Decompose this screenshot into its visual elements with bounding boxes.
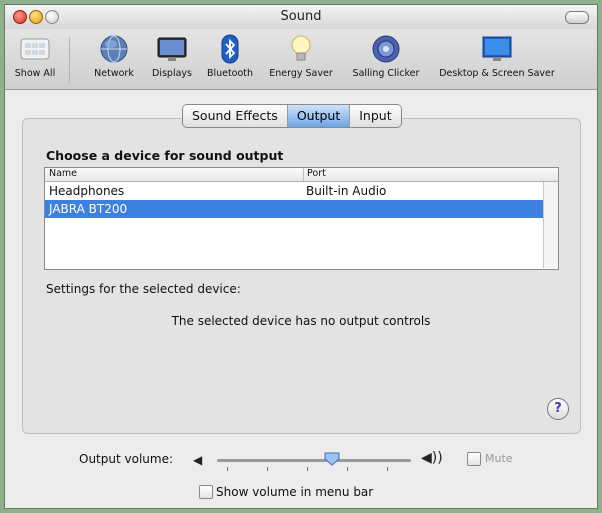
toolbar-network-label: Network	[94, 68, 134, 79]
window-title: Sound	[280, 9, 322, 24]
help-button[interactable]: ?	[547, 398, 569, 420]
mute-checkbox[interactable]	[467, 452, 481, 466]
tab-bar: Sound Effects Output Input	[182, 104, 402, 128]
desktop-icon	[481, 33, 513, 65]
show-volume-menu-bar-label: Show volume in menu bar	[216, 485, 374, 499]
table-row[interactable]: Headphones Built-in Audio	[45, 182, 558, 200]
toolbar-desktop-screensaver[interactable]: Desktop & Screen Saver	[431, 33, 563, 79]
table-scrollbar[interactable]	[543, 182, 558, 268]
network-globe-icon	[98, 33, 130, 65]
no-output-controls-text: The selected device has no output contro…	[171, 314, 431, 328]
settings-label: Settings for the selected device:	[46, 282, 241, 296]
slider-tick	[387, 467, 388, 471]
device-name: JABRA BT200	[49, 202, 128, 216]
title-bar: Sound	[5, 5, 597, 30]
slider-tick	[347, 467, 348, 471]
toolbar-salling-clicker[interactable]: Salling Clicker	[344, 33, 428, 79]
tab-input[interactable]: Input	[350, 105, 400, 127]
table-row-selected[interactable]: JABRA BT200	[45, 200, 558, 218]
toolbar-bluetooth-label: Bluetooth	[206, 68, 254, 79]
output-volume-label: Output volume:	[79, 452, 173, 466]
toolbar-displays[interactable]: Displays	[147, 33, 197, 79]
lightbulb-icon	[285, 33, 317, 65]
toolbar-energy-saver-label: Energy Saver	[269, 68, 333, 79]
speaker-high-icon: ◀))	[421, 450, 443, 466]
clicker-icon	[370, 33, 402, 65]
toolbar-separator	[69, 37, 70, 83]
device-port: Built-in Audio	[306, 184, 387, 198]
toolbar-desktop-screensaver-label: Desktop & Screen Saver	[439, 68, 555, 79]
device-name: Headphones	[49, 184, 125, 198]
display-monitor-icon	[156, 33, 188, 65]
tab-output[interactable]: Output	[287, 105, 351, 127]
tab-sound-effects[interactable]: Sound Effects	[183, 105, 288, 127]
toolbar-energy-saver[interactable]: Energy Saver	[263, 33, 339, 79]
column-header-port[interactable]: Port	[303, 168, 326, 181]
toolbar-show-all-label: Show All	[14, 68, 56, 79]
apple-show-all-icon	[19, 33, 51, 65]
column-header-name[interactable]: Name	[49, 168, 77, 179]
slider-tick	[267, 467, 268, 471]
bluetooth-icon	[214, 33, 246, 65]
toolbar-displays-label: Displays	[152, 68, 192, 79]
output-group-box	[22, 118, 581, 434]
show-volume-menu-bar-checkbox[interactable]	[199, 485, 213, 499]
speaker-low-icon: ◀	[193, 453, 203, 467]
mute-label: Mute	[485, 452, 513, 465]
table-header: Name Port	[45, 168, 558, 182]
slider-tick	[307, 467, 308, 471]
device-table[interactable]: Name Port Headphones Built-in Audio JABR…	[44, 167, 559, 270]
toolbar-show-all[interactable]: Show All	[11, 33, 59, 79]
output-heading: Choose a device for sound output	[46, 148, 284, 163]
slider-tick	[227, 467, 228, 471]
volume-slider[interactable]	[217, 459, 411, 462]
toolbar: Show All Network Displays Bluetooth Ener…	[5, 29, 597, 90]
toolbar-bluetooth[interactable]: Bluetooth	[203, 33, 257, 79]
toolbar-salling-clicker-label: Salling Clicker	[352, 68, 420, 79]
toolbar-toggle-button[interactable]	[565, 11, 589, 24]
volume-slider-thumb[interactable]	[324, 451, 340, 466]
toolbar-network[interactable]: Network	[89, 33, 139, 79]
